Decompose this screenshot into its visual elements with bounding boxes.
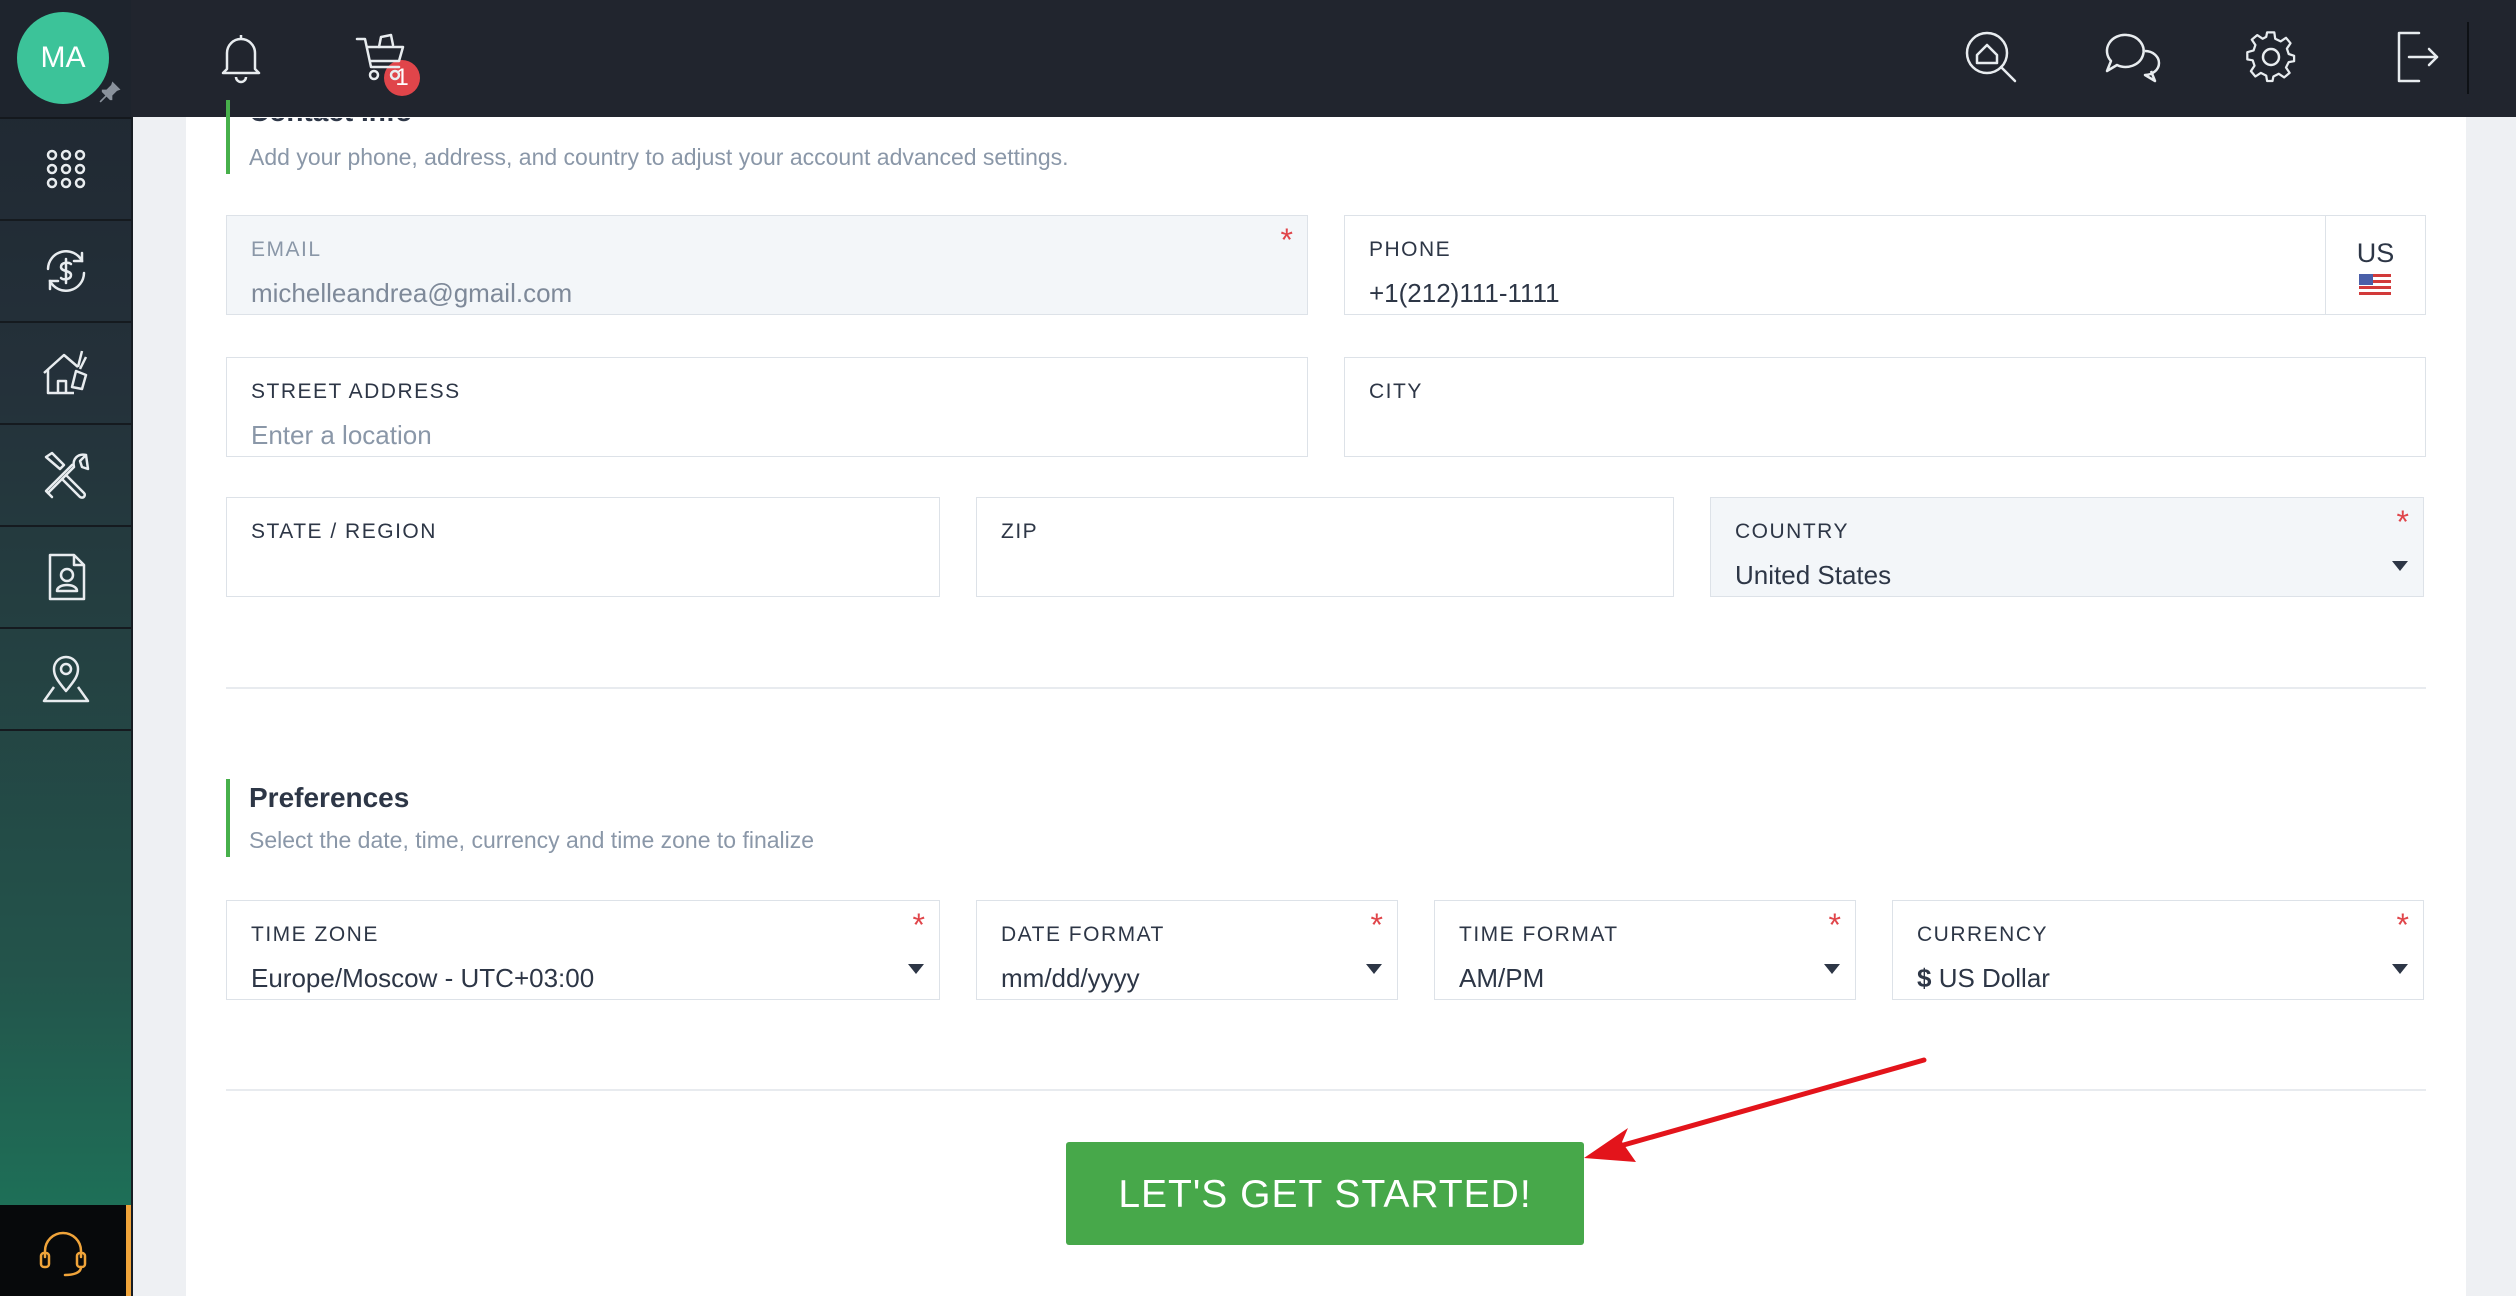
apps-grid-icon [46, 149, 85, 189]
timezone-select[interactable]: TIME ZONE Europe/Moscow - UTC+03:00 * [226, 900, 940, 1000]
required-marker: * [2396, 504, 2409, 540]
currency-name: US Dollar [1938, 963, 2050, 993]
email-field[interactable]: EMAIL michelleandrea@gmail.com * [226, 215, 1308, 315]
time-format-select[interactable]: TIME FORMAT AM/PM * [1434, 900, 1856, 1000]
chevron-down-icon [1366, 964, 1382, 974]
date-format-value: mm/dd/yyyy [1001, 963, 1140, 993]
date-format-select[interactable]: DATE FORMAT mm/dd/yyyy * [976, 900, 1398, 1000]
bell-icon[interactable] [211, 27, 271, 87]
email-label: EMAIL [251, 238, 322, 261]
state-region-label: STATE / REGION [251, 520, 437, 543]
sidebar-item-tools[interactable] [0, 425, 131, 527]
sidebar-item-apps[interactable] [0, 119, 131, 221]
chevron-down-icon [908, 964, 924, 974]
chevron-down-icon [2392, 561, 2408, 571]
preferences-section-subtitle: Select the date, time, currency and time… [249, 827, 815, 853]
tools-icon [44, 451, 89, 499]
sidebar-item-locations[interactable] [0, 629, 131, 731]
support-button[interactable] [0, 1205, 131, 1296]
us-flag-icon [2359, 274, 2391, 296]
city-field[interactable]: CITY [1344, 357, 2426, 457]
sidebar-item-property[interactable] [0, 323, 131, 425]
avatar-cell: MA [0, 0, 131, 119]
currency-symbol: $ [1917, 963, 1932, 993]
state-region-field[interactable]: STATE / REGION [226, 497, 940, 597]
country-code: US [2356, 238, 2395, 268]
map-pin-icon [42, 655, 89, 703]
currency-select[interactable]: CURRENCY $ US Dollar * [1892, 900, 2424, 1000]
logout-icon[interactable] [2385, 27, 2445, 87]
get-started-button[interactable]: LET'S GET STARTED! [1066, 1142, 1584, 1245]
topbar: 1 [131, 0, 2516, 117]
required-marker: * [2396, 907, 2409, 943]
contact-section-bar [226, 100, 230, 174]
headset-icon [39, 1231, 87, 1276]
time-format-label: TIME FORMAT [1459, 923, 1619, 946]
phone-label: PHONE [1369, 238, 1452, 261]
section-divider [226, 687, 2426, 689]
chevron-down-icon [2392, 964, 2408, 974]
contact-section-subtitle: Add your phone, address, and country to … [249, 144, 1069, 170]
street-address-label: STREET ADDRESS [251, 380, 461, 403]
cart-icon[interactable] [351, 27, 411, 87]
annotation-arrow [1584, 1057, 1927, 1162]
phone-value[interactable]: +1(212)111-1111 [1369, 278, 1560, 309]
currency-value: $ US Dollar [1917, 963, 2050, 994]
country-value: United States [1735, 560, 1892, 590]
topbar-divider [2467, 22, 2469, 94]
currency-label: CURRENCY [1917, 923, 2049, 946]
required-marker: * [1370, 907, 1383, 943]
house-brush-icon [42, 350, 87, 395]
chat-icon[interactable] [2101, 27, 2161, 87]
preferences-section-bar [226, 779, 230, 857]
pin-icon[interactable] [96, 78, 124, 106]
chevron-down-icon [1824, 964, 1840, 974]
section-divider [226, 1089, 2426, 1091]
preferences-section-title: Preferences [249, 782, 410, 813]
zip-label: ZIP [1001, 520, 1039, 543]
sidebar-item-documents[interactable] [0, 527, 131, 629]
property-search-icon[interactable] [1961, 27, 2021, 87]
street-address-field[interactable]: STREET ADDRESS Enter a location [226, 357, 1308, 457]
timezone-label: TIME ZONE [251, 923, 379, 946]
phone-field[interactable]: PHONE +1(212)111-1111 US [1344, 215, 2426, 315]
timezone-value: Europe/Moscow - UTC+03:00 [251, 963, 595, 993]
contact-document-icon [48, 553, 85, 601]
required-marker: * [1280, 222, 1293, 258]
time-format-value: AM/PM [1459, 963, 1545, 993]
country-label: COUNTRY [1735, 520, 1849, 543]
required-marker: * [1828, 907, 1841, 943]
currency-exchange-icon [46, 250, 85, 292]
email-value[interactable]: michelleandrea@gmail.com [251, 278, 572, 309]
phone-country-selector[interactable]: US [2325, 216, 2425, 314]
city-label: CITY [1369, 380, 1423, 403]
sidebar: MA [0, 0, 133, 1296]
date-format-label: DATE FORMAT [1001, 923, 1165, 946]
gear-icon[interactable] [2241, 27, 2301, 87]
zip-field[interactable]: ZIP [976, 497, 1674, 597]
street-address-input[interactable]: Enter a location [251, 420, 432, 451]
country-select[interactable]: COUNTRY United States * [1710, 497, 2424, 597]
required-marker: * [912, 907, 925, 943]
sidebar-item-finance[interactable] [0, 221, 131, 323]
